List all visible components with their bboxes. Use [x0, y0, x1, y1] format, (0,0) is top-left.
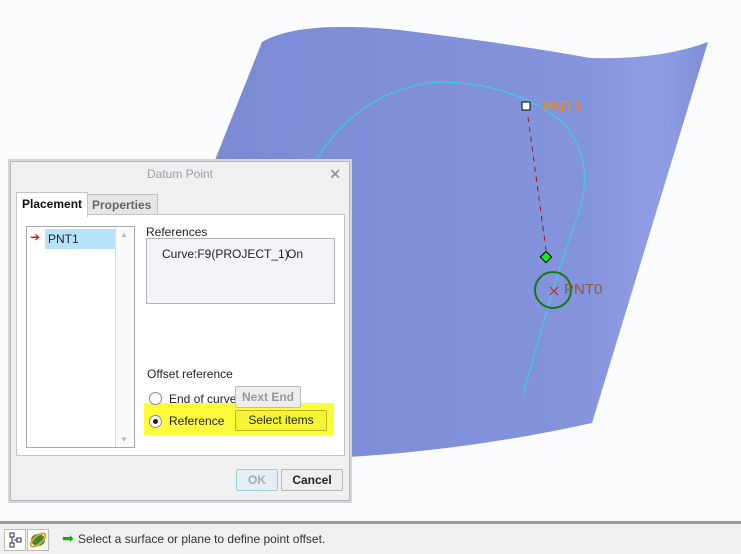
reference-label: Reference — [169, 414, 225, 428]
close-icon[interactable]: ✕ — [329, 162, 341, 186]
dialog-title: Datum Point — [146, 167, 214, 181]
model-tree-icon[interactable] — [4, 529, 26, 551]
pnt1-label: PNT1 — [542, 99, 583, 116]
reference-radio[interactable] — [149, 415, 162, 428]
arrow-right-icon: ➡ — [62, 530, 74, 546]
placement-panel: ➔ PNT1 ▲ ▼ References Curve:F9(PROJECT_1)… — [16, 214, 345, 456]
datum-point-dialog: Datum Point ✕ Placement Properties ➔ PNT1… — [10, 161, 350, 501]
select-items-button[interactable]: Select items — [235, 410, 327, 431]
arrow-icon: ➔ — [30, 230, 41, 244]
scroll-up-icon[interactable]: ▲ — [120, 230, 128, 239]
references-label: References — [146, 225, 208, 239]
browser-icon[interactable] — [27, 529, 49, 551]
end-of-curve-label: End of curve — [169, 392, 237, 406]
references-list[interactable]: Curve:F9(PROJECT_1) On — [146, 238, 335, 304]
end-of-curve-radio[interactable] — [149, 392, 162, 405]
scroll-down-icon[interactable]: ▼ — [120, 435, 128, 444]
tab-placement[interactable]: Placement — [16, 192, 88, 217]
next-end-button[interactable]: Next End — [235, 386, 301, 408]
reference-status[interactable]: On — [287, 247, 303, 261]
dialog-titlebar: Datum Point ✕ — [11, 162, 349, 186]
status-message: Select a surface or plane to define poin… — [78, 532, 326, 546]
cancel-button[interactable]: Cancel — [281, 469, 343, 491]
tab-properties[interactable]: Properties — [86, 194, 158, 215]
offset-reference-label: Offset reference — [147, 367, 233, 381]
status-bar: ➡ Select a surface or plane to define po… — [0, 521, 741, 554]
pnt1-marker — [521, 101, 531, 111]
ok-button[interactable]: OK — [236, 469, 278, 491]
points-list[interactable]: ➔ PNT1 ▲ ▼ — [26, 226, 135, 448]
scrollbar[interactable]: ▲ ▼ — [115, 227, 134, 447]
list-item[interactable]: PNT1 — [45, 229, 118, 249]
reference-name[interactable]: Curve:F9(PROJECT_1) — [162, 247, 289, 261]
pnt0-label: PNT0 — [564, 281, 602, 298]
